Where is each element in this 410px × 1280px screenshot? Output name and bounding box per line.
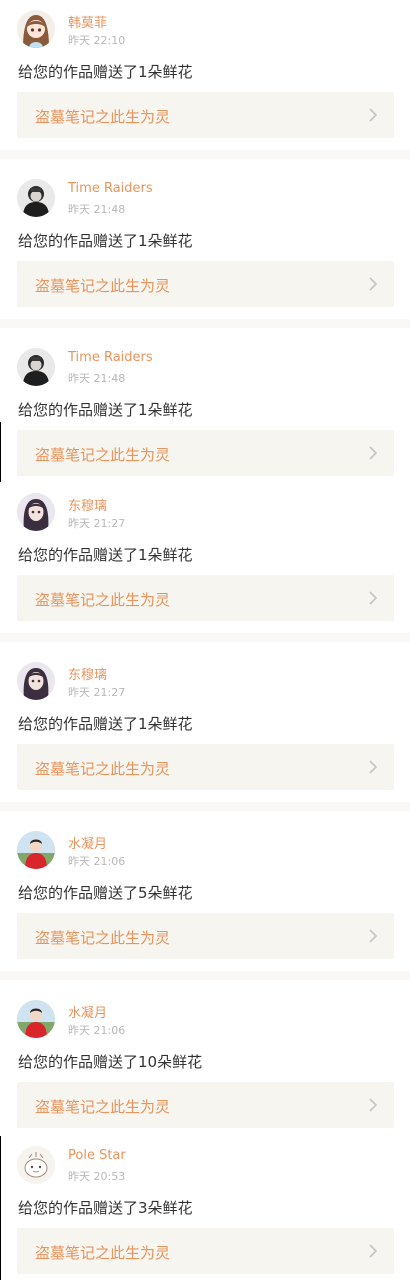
username[interactable]: 东穆璃 <box>68 664 107 683</box>
separator <box>0 633 410 642</box>
long-hair-girl-avatar-icon <box>17 493 55 531</box>
timestamp: 昨天 22:10 <box>68 34 126 47</box>
work-title: 盗墓笔记之此生为灵 <box>35 108 171 126</box>
work-link-button[interactable]: 盗墓笔记之此生为灵 <box>17 744 394 790</box>
gift-message: 给您的作品赠送了1朵鲜花 <box>18 232 193 250</box>
cartoon-doodle-avatar-icon <box>17 1146 55 1184</box>
separator <box>0 150 410 159</box>
timestamp: 昨天 21:06 <box>68 1024 126 1037</box>
timestamp: 昨天 21:27 <box>68 686 126 699</box>
gift-message: 给您的作品赠送了5朵鲜花 <box>18 884 193 902</box>
gift-message: 给您的作品赠送了1朵鲜花 <box>18 546 193 564</box>
gift-message: 给您的作品赠送了1朵鲜花 <box>18 715 193 733</box>
chevron-right-icon <box>369 446 378 460</box>
gift-notification-card: 东穆璃 昨天 21:27 给您的作品赠送了1朵鲜花 盗墓笔记之此生为灵 <box>0 652 410 802</box>
username[interactable]: 韩莫菲 <box>68 12 107 31</box>
username[interactable]: Time Raiders <box>68 181 153 196</box>
timestamp: 昨天 21:48 <box>68 203 126 216</box>
user-avatar[interactable] <box>17 10 55 48</box>
username[interactable]: Time Raiders <box>68 350 153 365</box>
user-avatar[interactable] <box>17 831 55 869</box>
work-link-button[interactable]: 盗墓笔记之此生为灵 <box>17 1228 394 1274</box>
gift-notification-card: 水凝月 昨天 21:06 给您的作品赠送了5朵鲜花 盗墓笔记之此生为灵 <box>0 821 410 971</box>
username[interactable]: Pole Star <box>68 1148 126 1163</box>
gift-notification-card: 东穆璃 昨天 21:27 给您的作品赠送了1朵鲜花 盗墓笔记之此生为灵 <box>0 483 410 633</box>
timestamp: 昨天 20:53 <box>68 1170 126 1183</box>
work-title: 盗墓笔记之此生为灵 <box>35 1244 171 1262</box>
chevron-right-icon <box>369 277 378 291</box>
timestamp: 昨天 21:48 <box>68 372 126 385</box>
gift-notification-card: 韩莫菲 昨天 22:10 给您的作品赠送了1朵鲜花 盗墓笔记之此生为灵 <box>0 0 410 150</box>
long-hair-girl-avatar-icon <box>17 662 55 700</box>
work-title: 盗墓笔记之此生为灵 <box>35 1098 171 1116</box>
user-avatar[interactable] <box>17 1000 55 1038</box>
timestamp: 昨天 21:27 <box>68 517 126 530</box>
work-title: 盗墓笔记之此生为灵 <box>35 760 171 778</box>
gift-message: 给您的作品赠送了1朵鲜花 <box>18 401 193 419</box>
work-link-button[interactable]: 盗墓笔记之此生为灵 <box>17 913 394 959</box>
user-avatar[interactable] <box>17 1146 55 1184</box>
red-dress-girl-avatar-icon <box>17 1000 55 1038</box>
screenshot-edge-line <box>0 422 1 482</box>
work-title: 盗墓笔记之此生为灵 <box>35 277 171 295</box>
work-link-button[interactable]: 盗墓笔记之此生为灵 <box>17 430 394 476</box>
dark-figure-avatar-icon <box>17 179 55 217</box>
work-link-button[interactable]: 盗墓笔记之此生为灵 <box>17 575 394 621</box>
gift-message: 给您的作品赠送了10朵鲜花 <box>18 1053 203 1071</box>
anime-girl-avatar-icon <box>17 10 55 48</box>
chevron-right-icon <box>369 1098 378 1112</box>
work-link-button[interactable]: 盗墓笔记之此生为灵 <box>17 261 394 307</box>
user-avatar[interactable] <box>17 493 55 531</box>
chevron-right-icon <box>369 108 378 122</box>
gift-message: 给您的作品赠送了3朵鲜花 <box>18 1199 193 1217</box>
separator <box>0 802 410 811</box>
work-link-button[interactable]: 盗墓笔记之此生为灵 <box>17 1082 394 1128</box>
user-avatar[interactable] <box>17 179 55 217</box>
work-title: 盗墓笔记之此生为灵 <box>35 591 171 609</box>
gift-notification-card: 水凝月 昨天 21:06 给您的作品赠送了10朵鲜花 盗墓笔记之此生为灵 <box>0 990 410 1135</box>
username[interactable]: 东穆璃 <box>68 495 107 514</box>
username[interactable]: 水凝月 <box>68 833 107 852</box>
gift-notification-card: Pole Star 昨天 20:53 给您的作品赠送了3朵鲜花 盗墓笔记之此生为… <box>0 1136 410 1280</box>
user-avatar[interactable] <box>17 662 55 700</box>
gift-notification-card: Time Raiders 昨天 21:48 给您的作品赠送了1朵鲜花 盗墓笔记之… <box>0 338 410 485</box>
separator <box>0 971 410 980</box>
chevron-right-icon <box>369 1244 378 1258</box>
user-avatar[interactable] <box>17 348 55 386</box>
gift-message: 给您的作品赠送了1朵鲜花 <box>18 63 193 81</box>
red-dress-girl-avatar-icon <box>17 831 55 869</box>
dark-figure-avatar-icon <box>17 348 55 386</box>
timestamp: 昨天 21:06 <box>68 855 126 868</box>
chevron-right-icon <box>369 591 378 605</box>
chevron-right-icon <box>369 760 378 774</box>
screenshot-edge-line <box>0 1136 1 1280</box>
work-link-button[interactable]: 盗墓笔记之此生为灵 <box>17 92 394 138</box>
separator <box>0 319 410 328</box>
work-title: 盗墓笔记之此生为灵 <box>35 446 171 464</box>
work-title: 盗墓笔记之此生为灵 <box>35 929 171 947</box>
gift-notification-card: Time Raiders 昨天 21:48 给您的作品赠送了1朵鲜花 盗墓笔记之… <box>0 169 410 319</box>
chevron-right-icon <box>369 929 378 943</box>
username[interactable]: 水凝月 <box>68 1002 107 1021</box>
